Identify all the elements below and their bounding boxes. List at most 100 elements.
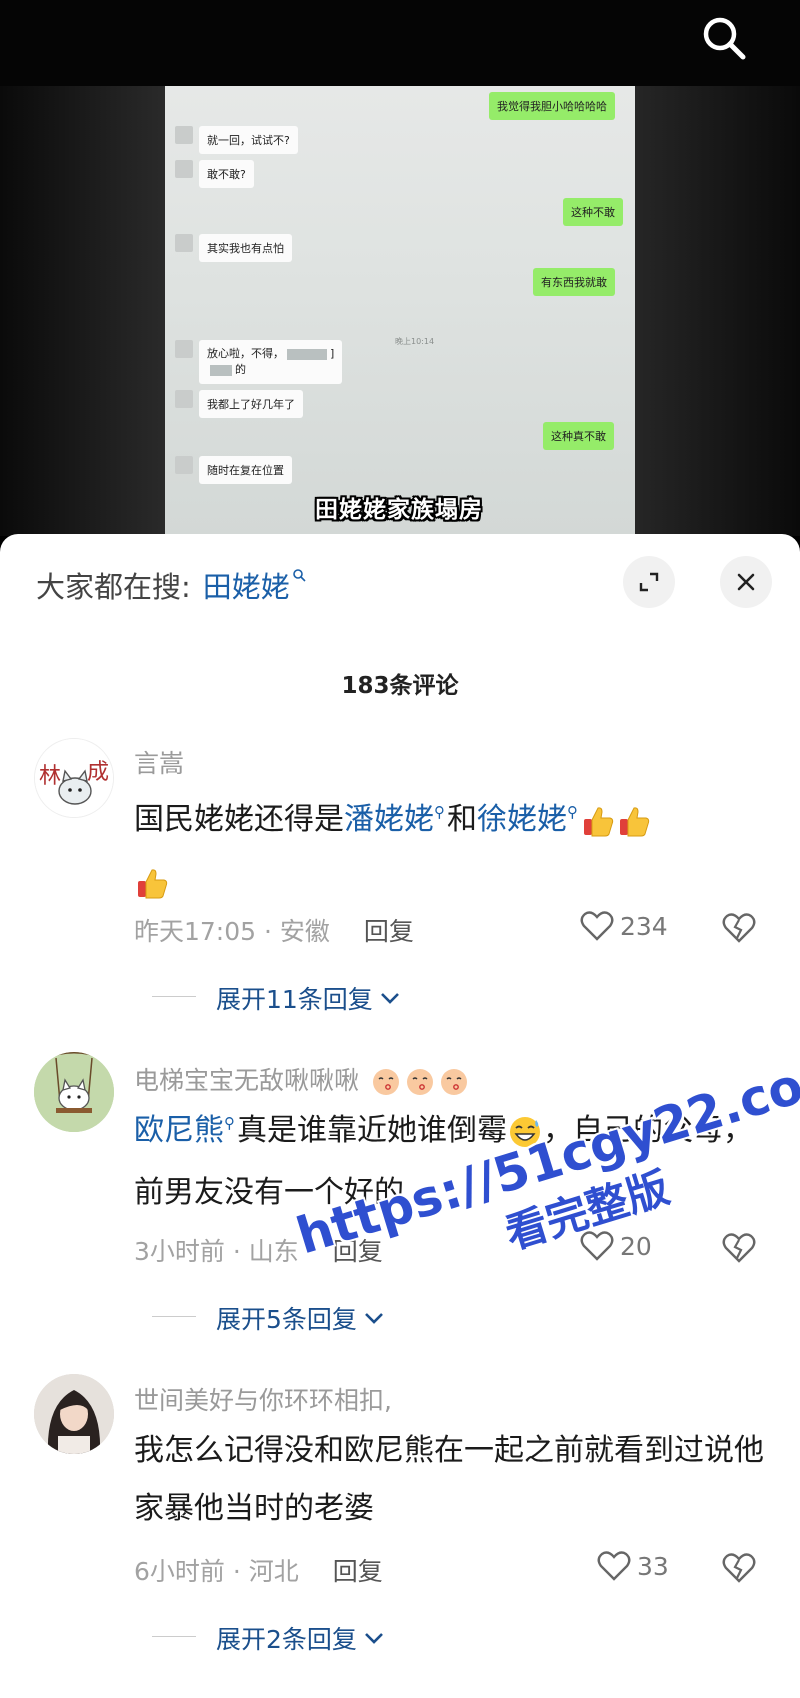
chat-bubble-in: 其实我也有点怕 <box>199 234 292 262</box>
video-blur-left <box>0 86 165 536</box>
redacted-block <box>210 364 232 376</box>
broken-heart-icon <box>722 1233 756 1263</box>
dislike-button[interactable] <box>722 1232 756 1268</box>
kiss-emoji <box>372 1069 399 1095</box>
cat-swing-avatar-illustration <box>34 1052 114 1132</box>
chevron-down-icon <box>380 993 399 1004</box>
chat-avatar <box>175 160 193 178</box>
chat-bubble-out: 我觉得我胆小哈哈哈哈 <box>489 92 615 120</box>
dislike-button[interactable] <box>722 1552 756 1588</box>
trending-search-label: 大家都在搜: <box>36 570 191 604</box>
reply-button[interactable]: 回复 <box>364 912 414 948</box>
chat-bubble-in: 敢不敢? <box>199 160 254 188</box>
search-icon: ⚲ <box>224 1114 235 1132</box>
cat-avatar-illustration: 林 成 <box>35 739 113 817</box>
top-bar <box>0 0 800 86</box>
trending-search[interactable]: 大家都在搜: 田姥姥 <box>36 564 306 606</box>
kiss-emoji <box>440 1069 467 1095</box>
video-player[interactable]: 我觉得我胆小哈哈哈哈 就一回，试试不? 敢不敢? 这种不敢 其实我也有点怕 有东… <box>0 86 800 536</box>
chat-avatar <box>175 126 193 144</box>
avatar[interactable] <box>34 1052 114 1132</box>
comment-username[interactable]: 电梯宝宝无敌啾啾啾 <box>134 1061 469 1097</box>
comment-username[interactable]: 言嵩 <box>134 744 184 780</box>
reply-button[interactable]: 回复 <box>333 1232 383 1268</box>
search-icon <box>703 17 746 60</box>
comment-text-segment: 真是谁靠近她谁倒霉 <box>237 1113 507 1148</box>
comment-meta: 昨天17:05 · 安徽 回复 <box>134 912 414 948</box>
search-icon: ⚲ <box>567 803 578 821</box>
expand-replies-label: 展开2条回复 <box>216 1625 357 1654</box>
portrait-avatar-illustration <box>34 1374 114 1454</box>
chat-bubble-out: 有东西我就敢 <box>533 268 615 296</box>
like-button[interactable]: 33 <box>597 1550 669 1582</box>
comment-username[interactable]: 世间美好与你环环相扣, <box>134 1381 392 1417</box>
redacted-block <box>287 348 327 360</box>
expand-replies-button[interactable]: 展开5条回复 <box>152 1300 385 1336</box>
close-button[interactable] <box>720 556 772 608</box>
dislike-button[interactable] <box>722 912 756 948</box>
kiss-emoji <box>406 1069 433 1095</box>
comment-meta: 3小时前 · 山东 回复 <box>134 1232 383 1268</box>
expand-button[interactable] <box>623 556 675 608</box>
heart-icon <box>580 911 614 941</box>
laugh-sweat-emoji <box>510 1116 540 1147</box>
expand-replies-label: 展开5条回复 <box>216 1305 357 1334</box>
expand-icon <box>639 572 659 592</box>
chat-bubble-in: 我都上了好几年了 <box>199 390 303 418</box>
search-link-pan[interactable]: 潘姥姥 <box>344 802 434 837</box>
comment-text: 我怎么记得没和欧尼熊在一起之前就看到过说他家暴他当时的老婆 <box>134 1433 764 1526</box>
like-count: 20 <box>620 1231 652 1261</box>
comment-meta: 6小时前 · 河北 回复 <box>134 1552 383 1588</box>
comment-text-segment: 和 <box>447 802 477 837</box>
comment-text: 国民姥姥还得是潘姥姥⚲和徐姥姥⚲ <box>134 791 764 911</box>
expand-replies-label: 展开11条回复 <box>216 985 373 1014</box>
search-link-xu[interactable]: 徐姥姥 <box>477 802 567 837</box>
thumbs-up-emoji <box>138 868 168 898</box>
chat-avatar <box>175 234 193 252</box>
chat-bubble-out: 这种真不敢 <box>543 422 614 450</box>
avatar[interactable]: 林 成 <box>34 738 114 818</box>
chat-bubble-in: 就一回，试试不? <box>199 126 298 154</box>
comment-count: 183条评论 <box>341 673 459 699</box>
expand-replies-button[interactable]: 展开11条回复 <box>152 980 401 1016</box>
comment-text-segment: 国民姥姥还得是 <box>134 802 344 837</box>
broken-heart-icon <box>722 1553 756 1583</box>
comment-time-location: 3小时前 · 山东 <box>134 1237 299 1266</box>
comment-text: 欧尼熊⚲真是谁靠近她谁倒霉 ，自己的父母，前男友没有一个好的 <box>134 1102 764 1222</box>
like-button[interactable]: 20 <box>580 1230 652 1262</box>
chat-avatar <box>175 340 193 358</box>
video-blur-right <box>635 86 800 536</box>
trending-search-term[interactable]: 田姥姥 <box>203 564 290 606</box>
broken-heart-icon <box>722 913 756 943</box>
chat-avatar <box>175 390 193 408</box>
chat-timestamp: 晚上10:14 <box>395 337 435 346</box>
expand-replies-button[interactable]: 展开2条回复 <box>152 1620 385 1656</box>
comment-username-text: 电梯宝宝无敌啾啾啾 <box>134 1066 360 1095</box>
chat-avatar <box>175 456 193 474</box>
chat-screenshot: 我觉得我胆小哈哈哈哈 就一回，试试不? 敢不敢? 这种不敢 其实我也有点怕 有东… <box>165 86 635 536</box>
comment-time-location: 6小时前 · 河北 <box>134 1557 299 1586</box>
thumbs-up-emoji <box>584 806 614 836</box>
heart-icon <box>597 1551 631 1581</box>
chat-bubble-out: 这种不敢 <box>563 198 623 226</box>
like-count: 33 <box>637 1551 669 1581</box>
comment-sheet: 大家都在搜: 田姥姥 183条评论 林 成 言嵩 国民姥姥还得是潘姥姥⚲和徐姥姥… <box>0 534 800 1698</box>
comment-time-location: 昨天17:05 · 安徽 <box>134 917 330 946</box>
search-button[interactable] <box>694 8 754 68</box>
search-link-oni-bear[interactable]: 欧尼熊 <box>134 1113 224 1148</box>
search-icon: ⚲ <box>434 803 445 821</box>
reply-button[interactable]: 回复 <box>333 1552 383 1588</box>
search-icon <box>292 568 306 586</box>
chat-text: 的 <box>235 363 246 376</box>
close-icon <box>737 573 755 591</box>
thumbs-up-emoji <box>620 806 650 836</box>
heart-icon <box>580 1231 614 1261</box>
chevron-down-icon <box>364 1633 383 1644</box>
video-caption: 田姥姥家族塌房 <box>315 497 483 523</box>
chat-text: 放心啦，不得， <box>207 347 284 360</box>
avatar[interactable] <box>34 1374 114 1454</box>
like-button[interactable]: 234 <box>580 910 668 942</box>
svg-text:成: 成 <box>87 760 109 785</box>
svg-text:林: 林 <box>39 764 61 789</box>
chat-bubble-in: 放心啦，不得，] 的 <box>199 340 343 384</box>
